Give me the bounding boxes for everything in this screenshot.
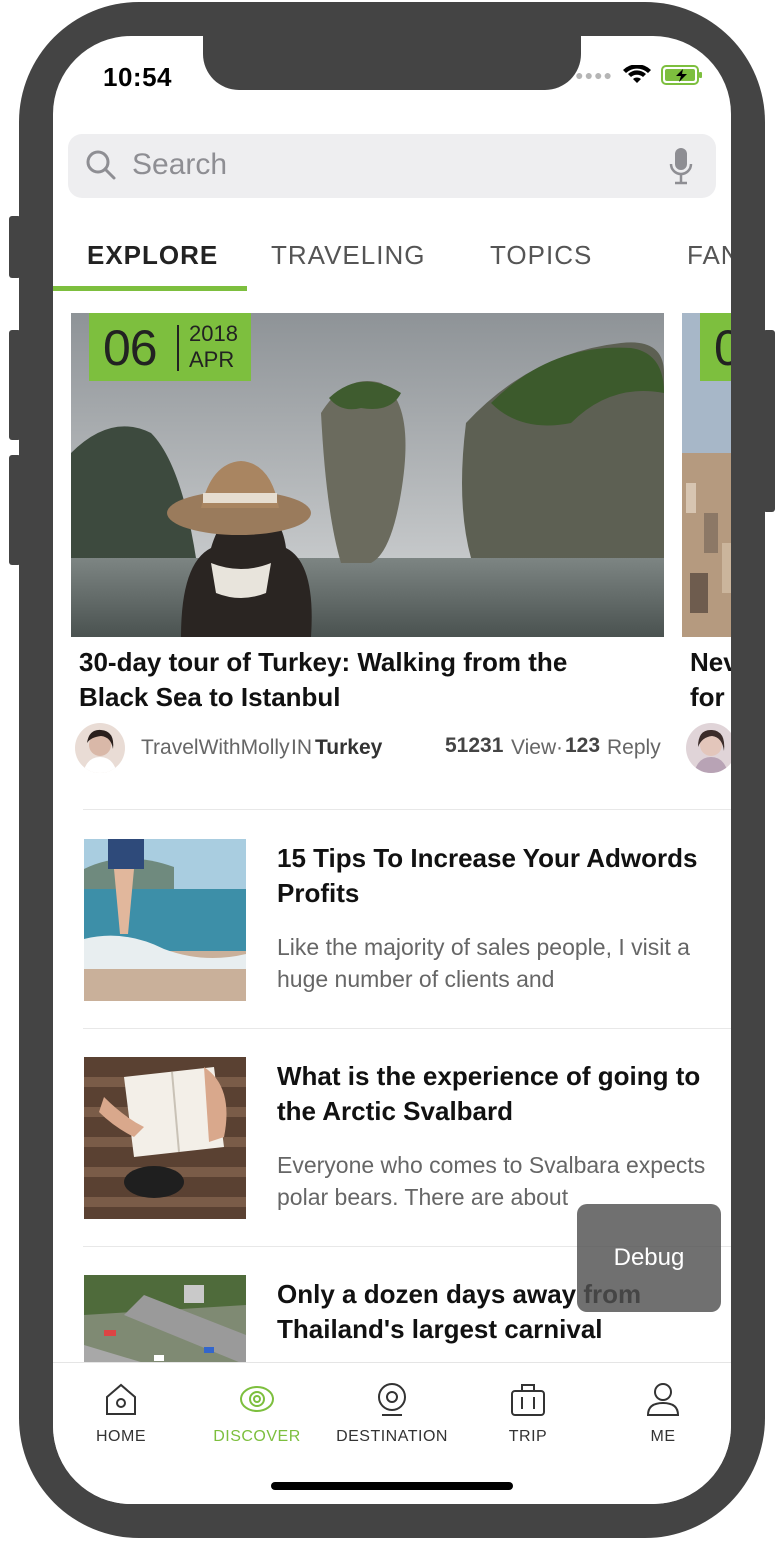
list-item[interactable]: 15 Tips To Increase Your Adwords Profits… [84,839,731,1001]
view-label: View [511,736,557,759]
person-icon [646,1383,680,1416]
reply-label: Reply [607,736,661,759]
tabbar-destination[interactable]: DESTINATION [324,1379,460,1446]
tabbar-me[interactable]: ME [595,1379,731,1446]
tab-fan[interactable]: FAN [687,240,731,271]
date-badge: 06 2018 APR [89,313,251,381]
date-day: 06 [103,320,158,376]
search-input[interactable]: Search [132,148,227,182]
tab-explore[interactable]: EXPLORE [87,240,218,271]
screen: 10:54 ●●●● Search EXPLORE TRAVELING TOPI… [53,36,731,1504]
volume-down-button [9,455,21,565]
tab-topics[interactable]: TOPICS [490,240,592,271]
signal-icon: ●●●● [575,67,613,83]
tabbar-label: TRIP [508,1428,548,1445]
article-title[interactable]: 15 Tips To Increase Your Adwords Profits [277,841,707,911]
featured-meta: TravelWithMolly IN Turkey 51231 View · 1… [75,723,675,777]
microphone-icon[interactable] [668,146,694,186]
author-avatar[interactable] [75,723,125,773]
list-item[interactable]: What is the experience of going to the A… [84,1057,731,1219]
divider [83,1028,731,1029]
tab-indicator [53,286,247,291]
eye-icon [240,1386,274,1412]
date-year: 2018 [189,321,238,346]
article-excerpt: Like the majority of sales people, I vis… [277,934,690,992]
location-link[interactable]: Turkey [315,736,382,760]
date-month: APR [189,347,235,372]
tabbar-label: ME [650,1428,676,1445]
featured-card-2[interactable]: 0 Nev for [682,313,731,783]
search-icon [86,150,116,180]
battery-icon [661,65,702,85]
search-bar[interactable]: Search [68,134,716,198]
mute-switch [9,216,21,278]
status-icons: ●●●● [575,64,703,86]
date-day-2: 0 [714,320,731,376]
tabbar-label: DISCOVER [213,1428,301,1445]
power-button [763,330,775,512]
status-time: 10:54 [103,62,172,92]
location-icon [378,1383,406,1416]
tabbar-discover[interactable]: DISCOVER [189,1379,325,1446]
tab-traveling[interactable]: TRAVELING [271,240,425,271]
home-icon [106,1383,136,1415]
in-label: IN [291,736,312,759]
author-name[interactable]: TravelWithMolly [141,736,290,760]
view-count: 51231 [445,734,504,757]
category-tabs: EXPLORE TRAVELING TOPICS FAN [53,232,731,296]
featured-title-2[interactable]: Nev for [690,645,731,715]
home-indicator [271,1482,513,1490]
tabbar-home[interactable]: HOME [53,1379,189,1446]
tabbar-label: DESTINATION [336,1428,448,1445]
tabbar-label: HOME [96,1428,146,1445]
date-divider [177,325,179,371]
tabbar-trip[interactable]: TRIP [460,1379,596,1446]
divider [83,809,731,810]
featured-title-2-line1: Nev [690,647,731,677]
featured-title[interactable]: 30-day tour of Turkey: Walking from the … [79,645,639,715]
article-thumbnail [84,1057,246,1219]
article-title[interactable]: What is the experience of going to the A… [277,1059,707,1129]
volume-up-button [9,330,21,440]
date-badge-2: 0 [700,313,731,381]
suitcase-icon [511,1384,545,1416]
reply-count: 123 [565,734,601,757]
article-thumbnail [84,839,246,1001]
featured-title-2-line2: for [690,682,725,712]
author-avatar-2[interactable] [686,723,731,773]
wifi-icon [623,65,651,83]
meta-separator: · [556,736,563,759]
debug-button[interactable]: Debug [577,1204,721,1312]
notch [203,36,581,90]
featured-card[interactable]: 06 2018 APR 30-day tour of Turkey: Walki… [71,313,671,783]
